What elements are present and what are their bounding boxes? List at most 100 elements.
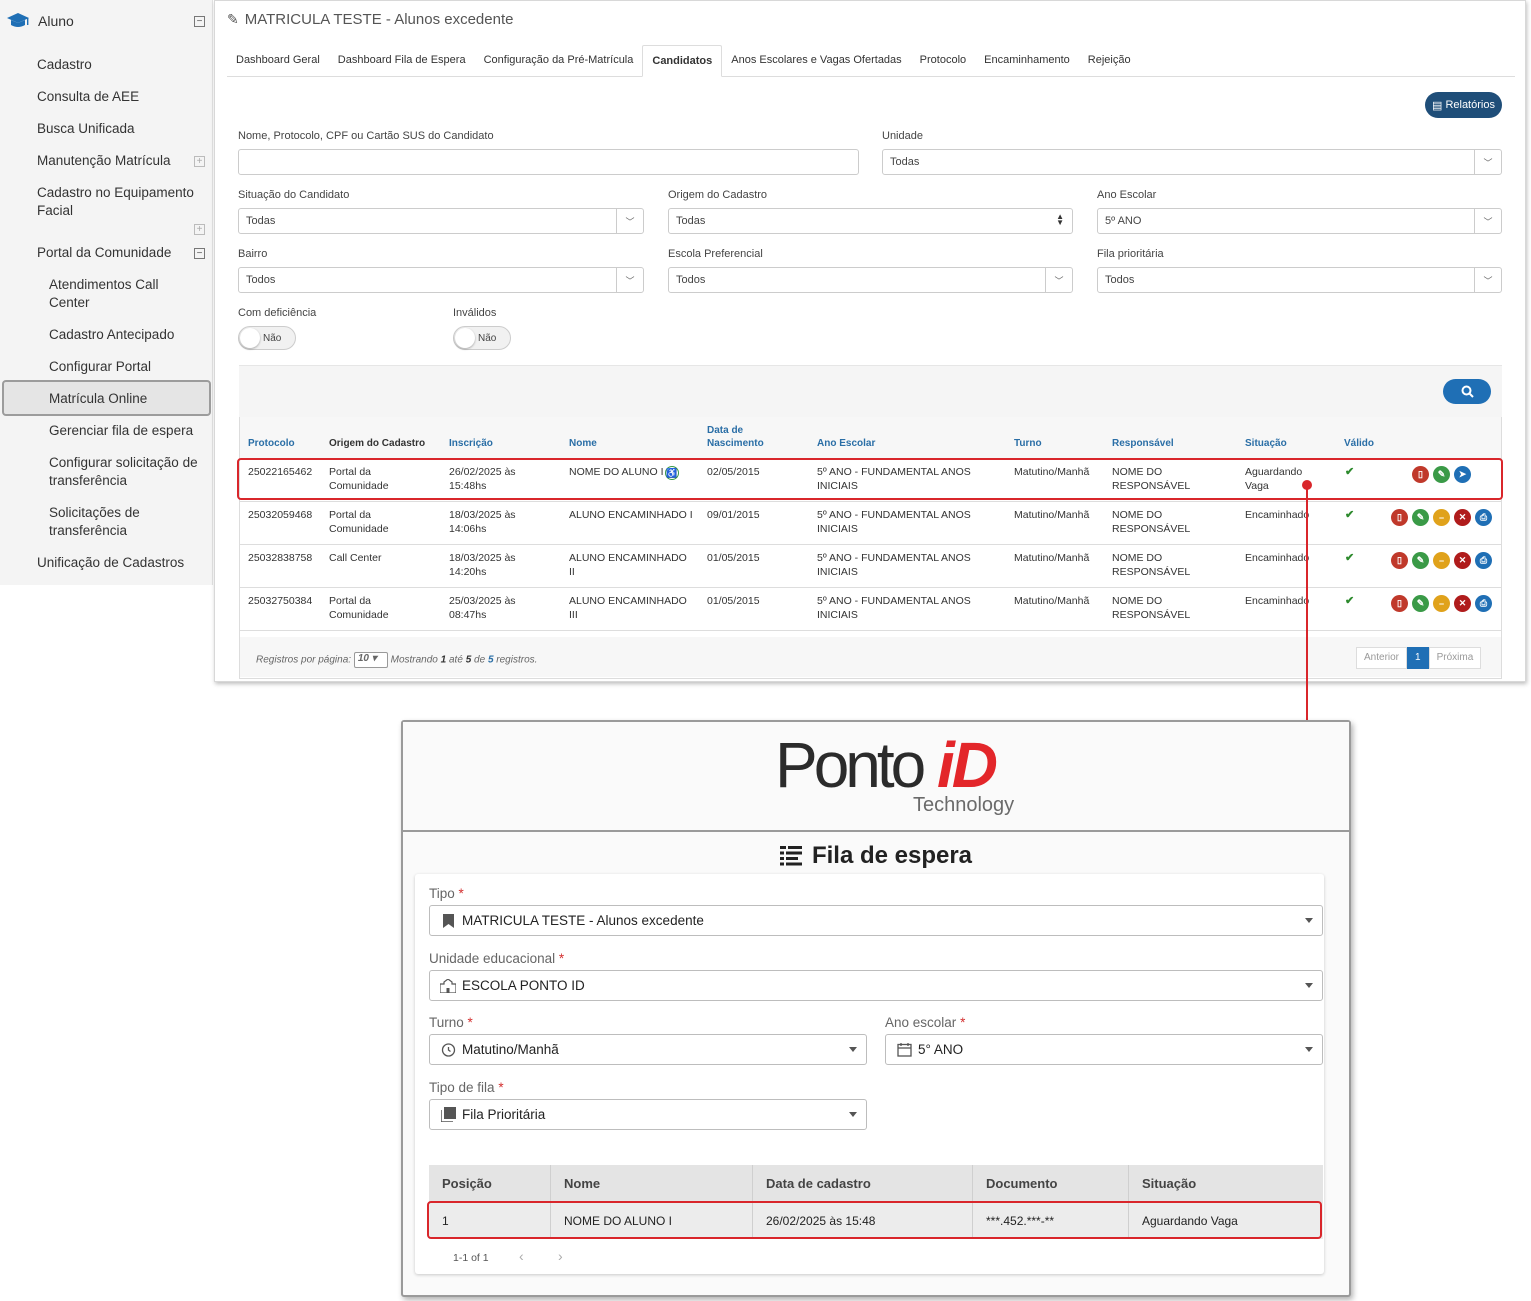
col-turno[interactable]: Turno bbox=[1014, 437, 1042, 450]
mobile-icon[interactable]: ▯ bbox=[1391, 509, 1408, 526]
search-button[interactable] bbox=[1443, 379, 1491, 404]
tab-protocolo[interactable]: Protocolo bbox=[911, 45, 975, 77]
table-row[interactable]: 25032750384 Portal da Comunidade 25/03/20… bbox=[240, 588, 1501, 631]
collapse-icon[interactable]: − bbox=[194, 16, 205, 27]
sidebar-item-manutencao-matricula[interactable]: Manutenção Matrícula bbox=[37, 152, 207, 170]
ano-escolar-label: Ano escolar * bbox=[885, 1015, 965, 1030]
ano-select[interactable]: 5º ANO ﹀ bbox=[1097, 208, 1502, 234]
tab-anos-escolares[interactable]: Anos Escolares e Vagas Ofertadas bbox=[722, 45, 910, 77]
col-valido[interactable]: Válido bbox=[1344, 437, 1374, 450]
escola-select[interactable]: Todos ﹀ bbox=[668, 267, 1073, 293]
sidebar-item-fila-espera[interactable]: Gerenciar fila de espera bbox=[49, 422, 209, 440]
unidade-educacional-value: ESCOLA PONTO ID bbox=[462, 978, 585, 993]
tab-dashboard-geral[interactable]: Dashboard Geral bbox=[227, 45, 329, 77]
cell-protocolo: 25032059468 bbox=[248, 509, 313, 521]
edit-icon[interactable]: ✎ bbox=[1412, 509, 1429, 526]
cell-line: ALUNO ENCAMINHADO I bbox=[569, 509, 693, 521]
minus-icon[interactable]: − bbox=[1433, 552, 1450, 569]
minus-icon[interactable]: − bbox=[1433, 595, 1450, 612]
sidebar-section-aluno[interactable]: Aluno bbox=[0, 0, 213, 42]
cell-line: 08:47hs bbox=[449, 609, 487, 621]
sidebar-item-matricula-online[interactable]: Matrícula Online bbox=[49, 390, 209, 408]
chevron-down-icon: ﹀ bbox=[1474, 268, 1501, 292]
next-page-button[interactable]: Próxima bbox=[1428, 647, 1482, 669]
unidade-label: Unidade bbox=[882, 130, 923, 142]
print-icon[interactable]: ⎙ bbox=[1475, 509, 1492, 526]
cell-line: 18/03/2025 às bbox=[449, 509, 516, 521]
minus-icon[interactable]: − bbox=[1433, 509, 1450, 526]
sidebar-item-equipamento-facial[interactable]: Cadastro no Equipamento Facial bbox=[37, 184, 205, 220]
sidebar-item-solicitacoes-transferencia[interactable]: Solicitações de transferência bbox=[49, 504, 169, 540]
tab-configuracao[interactable]: Configuração da Pré-Matrícula bbox=[475, 45, 643, 77]
table-row[interactable]: 25032838758 Call Center 18/03/2025 às 14:… bbox=[240, 545, 1501, 588]
col-nascimento[interactable]: Data de Nascimento bbox=[707, 424, 764, 450]
ano-escolar-select[interactable]: 5° ANO bbox=[885, 1034, 1323, 1065]
fila-select[interactable]: Todos ﹀ bbox=[1097, 267, 1502, 293]
tab-encaminhamento[interactable]: Encaminhamento bbox=[975, 45, 1079, 77]
reports-button[interactable]: ▤ Relatórios bbox=[1425, 92, 1502, 118]
sidebar-item-busca-unificada[interactable]: Busca Unificada bbox=[37, 120, 207, 138]
sidebar-item-call-center[interactable]: Atendimentos Call Center bbox=[49, 276, 179, 312]
expand-icon[interactable]: + bbox=[194, 156, 205, 167]
unidade-select[interactable]: Todas ﹀ bbox=[882, 149, 1502, 175]
tipo-fila-value: Fila Prioritária bbox=[462, 1107, 546, 1122]
sidebar-item-consulta-aee[interactable]: Consulta de AEE bbox=[37, 88, 207, 106]
bairro-select[interactable]: Todos ﹀ bbox=[238, 267, 644, 293]
mobile-icon[interactable]: ▯ bbox=[1391, 552, 1408, 569]
ano-escolar-value: 5° ANO bbox=[918, 1042, 964, 1057]
sidebar-item-portal-comunidade[interactable]: Portal da Comunidade bbox=[37, 244, 207, 262]
close-icon[interactable]: ✕ bbox=[1454, 552, 1471, 569]
deficiencia-toggle[interactable]: Não bbox=[238, 326, 296, 350]
print-icon[interactable]: ⎙ bbox=[1475, 595, 1492, 612]
cell-protocolo: 25032750384 bbox=[248, 595, 313, 607]
tab-dashboard-fila[interactable]: Dashboard Fila de Espera bbox=[329, 45, 475, 77]
invalidos-toggle[interactable]: Não bbox=[453, 326, 511, 350]
unidade-educacional-select[interactable]: ESCOLA PONTO ID bbox=[429, 970, 1323, 1001]
sidebar-item-unificacao[interactable]: Unificação de Cadastros bbox=[37, 554, 207, 572]
cell-responsavel: NOME DO RESPONSÁVEL bbox=[1112, 551, 1190, 579]
table-row[interactable]: 25032059468 Portal da Comunidade 18/03/20… bbox=[240, 502, 1501, 545]
prev-page-button[interactable]: Anterior bbox=[1356, 647, 1408, 669]
cell-line: INICIAIS bbox=[817, 566, 858, 578]
situacao-select[interactable]: Todas ﹀ bbox=[238, 208, 644, 234]
records-word: registros. bbox=[496, 654, 538, 666]
col-inscricao[interactable]: Inscrição bbox=[449, 437, 493, 450]
cell-line: III bbox=[569, 609, 578, 621]
chevron-right-icon[interactable]: › bbox=[558, 1248, 563, 1264]
check-icon: ✔ bbox=[1345, 552, 1355, 564]
ano-value: 5º ANO bbox=[1105, 215, 1142, 227]
fila-value: Todos bbox=[1105, 274, 1135, 286]
expand-icon[interactable]: + bbox=[194, 224, 205, 235]
ano-label: Ano Escolar bbox=[1097, 189, 1157, 201]
chevron-left-icon[interactable]: ‹ bbox=[519, 1248, 524, 1264]
page-1-button[interactable]: 1 bbox=[1407, 647, 1429, 669]
per-page-select[interactable]: 10 ▾ bbox=[353, 652, 388, 668]
bairro-label: Bairro bbox=[238, 248, 268, 260]
col-ano[interactable]: Ano Escolar bbox=[817, 437, 875, 450]
turno-select[interactable]: Matutino/Manhã bbox=[429, 1034, 867, 1065]
cell-situacao: Encaminhado bbox=[1245, 509, 1309, 521]
mobile-icon[interactable]: ▯ bbox=[1391, 595, 1408, 612]
tab-candidatos[interactable]: Candidatos bbox=[642, 45, 723, 77]
sidebar-item-cadastro[interactable]: Cadastro bbox=[37, 56, 207, 74]
sidebar-item-cadastro-antecipado[interactable]: Cadastro Antecipado bbox=[49, 326, 209, 344]
edit-icon[interactable]: ✎ bbox=[1412, 595, 1429, 612]
edit-icon[interactable]: ✎ bbox=[1412, 552, 1429, 569]
tipo-select[interactable]: MATRICULA TESTE - Alunos excedente bbox=[429, 905, 1323, 936]
col-responsavel[interactable]: Responsável bbox=[1112, 437, 1174, 450]
close-icon[interactable]: ✕ bbox=[1454, 509, 1471, 526]
col-situacao[interactable]: Situação bbox=[1245, 437, 1287, 450]
tipo-fila-select[interactable]: Fila Prioritária bbox=[429, 1099, 867, 1130]
origem-value: Todas bbox=[676, 215, 706, 227]
origem-select[interactable]: Todas ▲ ▼ bbox=[668, 208, 1073, 234]
search-input[interactable] bbox=[238, 149, 859, 175]
col-nome[interactable]: Nome bbox=[569, 437, 597, 450]
close-icon[interactable]: ✕ bbox=[1454, 595, 1471, 612]
print-icon[interactable]: ⎙ bbox=[1475, 552, 1492, 569]
sidebar-item-configurar-portal[interactable]: Configurar Portal bbox=[49, 358, 209, 376]
library-icon bbox=[440, 1107, 456, 1123]
sidebar-item-configurar-transferencia[interactable]: Configurar solicitação de transferência bbox=[49, 454, 209, 490]
col-protocolo[interactable]: Protocolo bbox=[248, 437, 295, 450]
tab-rejeicao[interactable]: Rejeição bbox=[1079, 45, 1140, 77]
collapse-icon[interactable]: − bbox=[194, 248, 205, 259]
